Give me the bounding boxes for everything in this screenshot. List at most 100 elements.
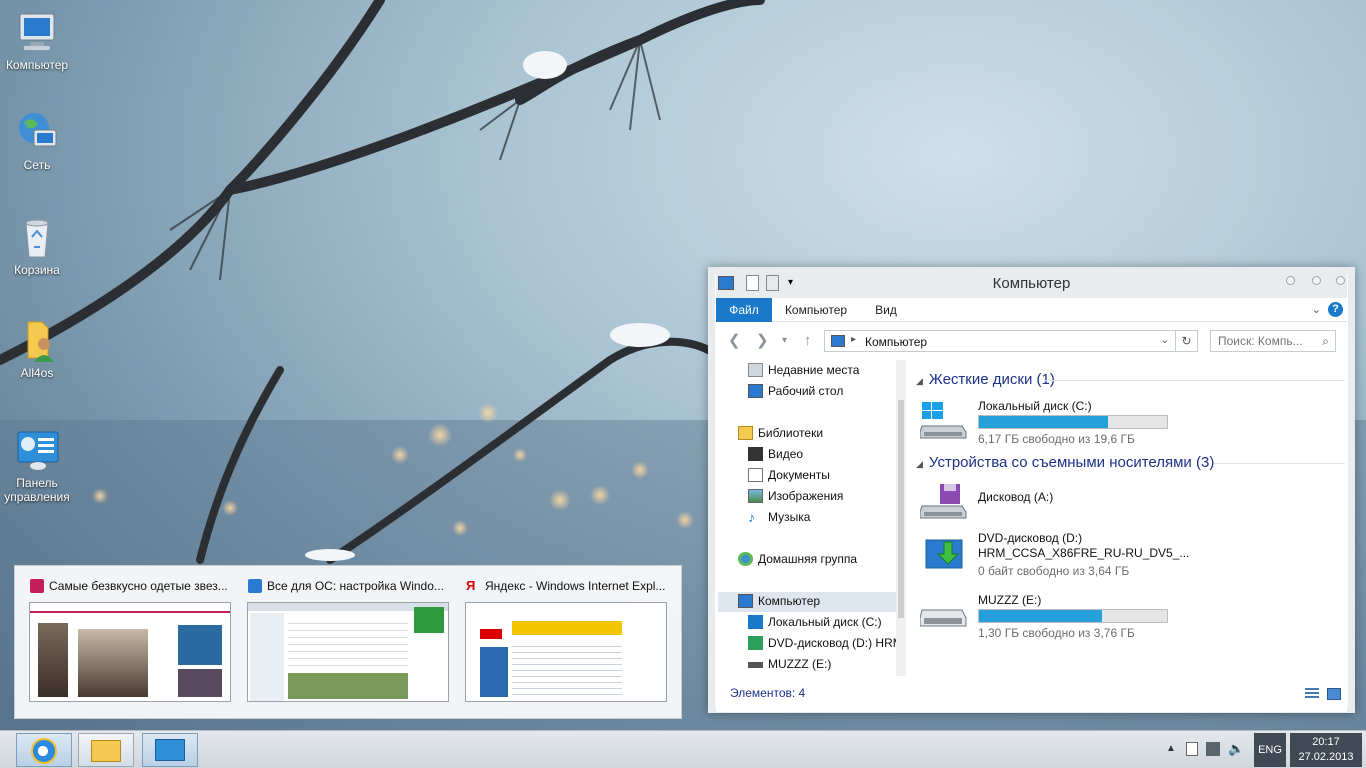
pictures-icon <box>748 489 763 503</box>
drive-removable-e[interactable]: MUZZZ (E:) 1,30 ГБ свободно из 3,76 ГБ <box>914 590 1334 640</box>
forward-arrow-icon[interactable]: ❯ <box>756 333 769 349</box>
thumbnail-preview-image <box>247 602 449 702</box>
collapse-arrow-icon[interactable]: ◢ <box>916 459 923 469</box>
nav-item-pictures[interactable]: Изображения <box>748 487 844 507</box>
nav-item-computer[interactable]: Компьютер <box>718 592 900 612</box>
thumbnail-title: Все для ОС: настройка Windo... <box>267 579 444 593</box>
thumbnail-title: Яндекс - Windows Internet Expl... <box>485 579 666 593</box>
nav-item-music[interactable]: ♪ Музыка <box>748 508 810 528</box>
search-box[interactable]: ⌕ <box>1210 330 1336 352</box>
recent-locations-icon[interactable]: ▾ <box>782 333 787 349</box>
search-icon[interactable]: ⌕ <box>1322 334 1329 349</box>
yandex-icon: Я <box>466 578 476 593</box>
nav-item-label: MUZZZ (E:) <box>768 657 832 671</box>
tab-view[interactable]: Вид <box>866 298 906 322</box>
desktop-icon-recycle-bin[interactable]: Корзина <box>0 215 74 277</box>
show-hidden-icons-icon[interactable]: ▲ <box>1166 743 1176 754</box>
network-icon[interactable] <box>1206 742 1220 756</box>
clock-date: 27.02.2013 <box>1298 751 1354 763</box>
refresh-icon[interactable]: ↻ <box>1175 331 1197 351</box>
volume-icon[interactable]: 🔈 <box>1228 741 1244 757</box>
removable-drive-icon <box>748 662 763 668</box>
control-panel-icon <box>155 739 185 761</box>
group-divider <box>1214 463 1345 464</box>
status-bar: Элементов: 4 <box>716 678 1347 712</box>
nav-item-label: Рабочий стол <box>768 384 844 398</box>
group-header-removable[interactable]: ◢ Устройства со съемными носителями (3) <box>916 454 1214 471</box>
back-arrow-icon[interactable]: ❮ <box>728 333 741 349</box>
drive-free-space: 0 байт свободно из 3,64 ГБ <box>978 564 1130 578</box>
address-bar[interactable]: ▸ Компьютер ⌄ ↻ <box>824 330 1198 352</box>
clock[interactable]: 20:17 27.02.2013 <box>1290 733 1362 767</box>
thumbnail-window-2[interactable]: Все для ОС: настройка Windo... <box>247 578 449 704</box>
tab-file[interactable]: Файл <box>716 298 772 322</box>
nav-item-video[interactable]: Видео <box>748 445 804 465</box>
search-input[interactable] <box>1211 331 1311 351</box>
file-explorer-icon <box>91 740 121 762</box>
address-dropdown-icon[interactable]: ⌄ <box>1161 335 1169 346</box>
details-view-icon[interactable] <box>1305 688 1319 700</box>
action-center-flag-icon[interactable] <box>1186 742 1198 756</box>
scrollbar-thumb[interactable] <box>898 400 904 618</box>
music-icon: ♪ <box>748 509 755 525</box>
drive-floppy-a[interactable]: Дисковод (A:) <box>914 478 1334 528</box>
taskbar-control-panel-button[interactable] <box>142 733 198 767</box>
taskbar-explorer-button[interactable] <box>78 733 134 767</box>
computer-icon <box>738 594 753 608</box>
nav-item-label: Документы <box>768 468 830 482</box>
nav-item-local-disk[interactable]: Локальный диск (C:) <box>748 613 882 633</box>
drive-local-c[interactable]: Локальный диск (C:) 6,17 ГБ свободно из … <box>914 396 1334 446</box>
nav-item-label: Изображения <box>768 489 844 503</box>
nav-item-label: Компьютер <box>758 594 821 608</box>
group-divider <box>1044 380 1345 381</box>
thumbnail-title: Самые безвкусно одетые звез... <box>49 579 228 593</box>
nav-item-recent-places[interactable]: Недавние места <box>748 361 859 381</box>
expand-ribbon-icon[interactable]: ⌄ <box>1312 303 1321 316</box>
minimize-button[interactable] <box>1286 276 1295 285</box>
clock-time: 20:17 <box>1312 736 1340 748</box>
nav-item-dvd-drive[interactable]: DVD-дисковод (D:) HRM <box>748 634 900 654</box>
taskbar-ie-button[interactable] <box>16 733 72 767</box>
navigation-pane: Недавние места Рабочий стол Библиотеки В… <box>716 360 900 676</box>
language-indicator[interactable]: ENG <box>1254 733 1286 767</box>
nav-item-removable-drive[interactable]: MUZZZ (E:) <box>748 655 832 675</box>
desktop-icon-label: Панель управления <box>4 476 70 504</box>
group-header-hard-disks[interactable]: ◢ Жесткие диски (1) <box>916 371 1055 388</box>
tab-computer[interactable]: Компьютер <box>776 298 856 322</box>
thumbnail-preview-image <box>29 602 231 702</box>
desktop-icon-computer[interactable]: Компьютер <box>0 10 74 72</box>
drive-usage-fill <box>979 416 1108 428</box>
nav-item-documents[interactable]: Документы <box>748 466 830 486</box>
recent-places-icon <box>748 363 763 377</box>
video-icon <box>748 447 763 461</box>
drive-free-space: 1,30 ГБ свободно из 3,76 ГБ <box>978 626 1135 640</box>
desktop-icon-all4os[interactable]: All4os <box>0 318 74 380</box>
close-button[interactable] <box>1336 276 1345 285</box>
address-row: ❮ ❯ ▾ ↑ ▸ Компьютер ⌄ ↻ ⌕ <box>716 324 1347 358</box>
desktop-icon-label: Компьютер <box>5 58 69 72</box>
nav-item-homegroup[interactable]: Домашняя группа <box>738 550 857 570</box>
desktop-icon-network[interactable]: Сеть <box>0 110 74 172</box>
maximize-button[interactable] <box>1312 276 1321 285</box>
documents-icon <box>748 468 763 482</box>
navigation-scrollbar[interactable] <box>896 360 906 676</box>
up-arrow-icon[interactable]: ↑ <box>804 333 812 349</box>
window-title: Компьютер <box>992 275 1071 292</box>
desktop-icon-control-panel[interactable]: Панель управления <box>0 428 74 504</box>
nav-item-label: Видео <box>768 447 804 461</box>
title-bar[interactable]: ▾ Компьютер <box>716 268 1347 298</box>
ie-computer-icon <box>248 579 262 593</box>
nav-item-desktop[interactable]: Рабочий стол <box>748 382 844 402</box>
thumbnail-window-1[interactable]: Самые безвкусно одетые звез... <box>29 578 231 704</box>
drive-dvd-d[interactable]: DVD-дисковод (D:) HRM_CCSA_X86FRE_RU-RU_… <box>914 528 1334 578</box>
floppy-drive-icon <box>919 484 968 522</box>
desktop-icon-label: All4os <box>20 366 54 380</box>
collapse-arrow-icon[interactable]: ◢ <box>916 376 923 386</box>
breadcrumb-chevron-icon[interactable]: ▸ <box>851 334 856 345</box>
nav-item-libraries[interactable]: Библиотеки <box>738 424 823 444</box>
nav-item-label: Локальный диск (C:) <box>768 615 882 629</box>
large-icons-view-icon[interactable] <box>1327 688 1341 700</box>
site-favicon-icon <box>30 579 44 593</box>
thumbnail-window-3[interactable]: Я Яндекс - Windows Internet Expl... <box>465 578 667 704</box>
help-icon[interactable]: ? <box>1328 302 1343 317</box>
